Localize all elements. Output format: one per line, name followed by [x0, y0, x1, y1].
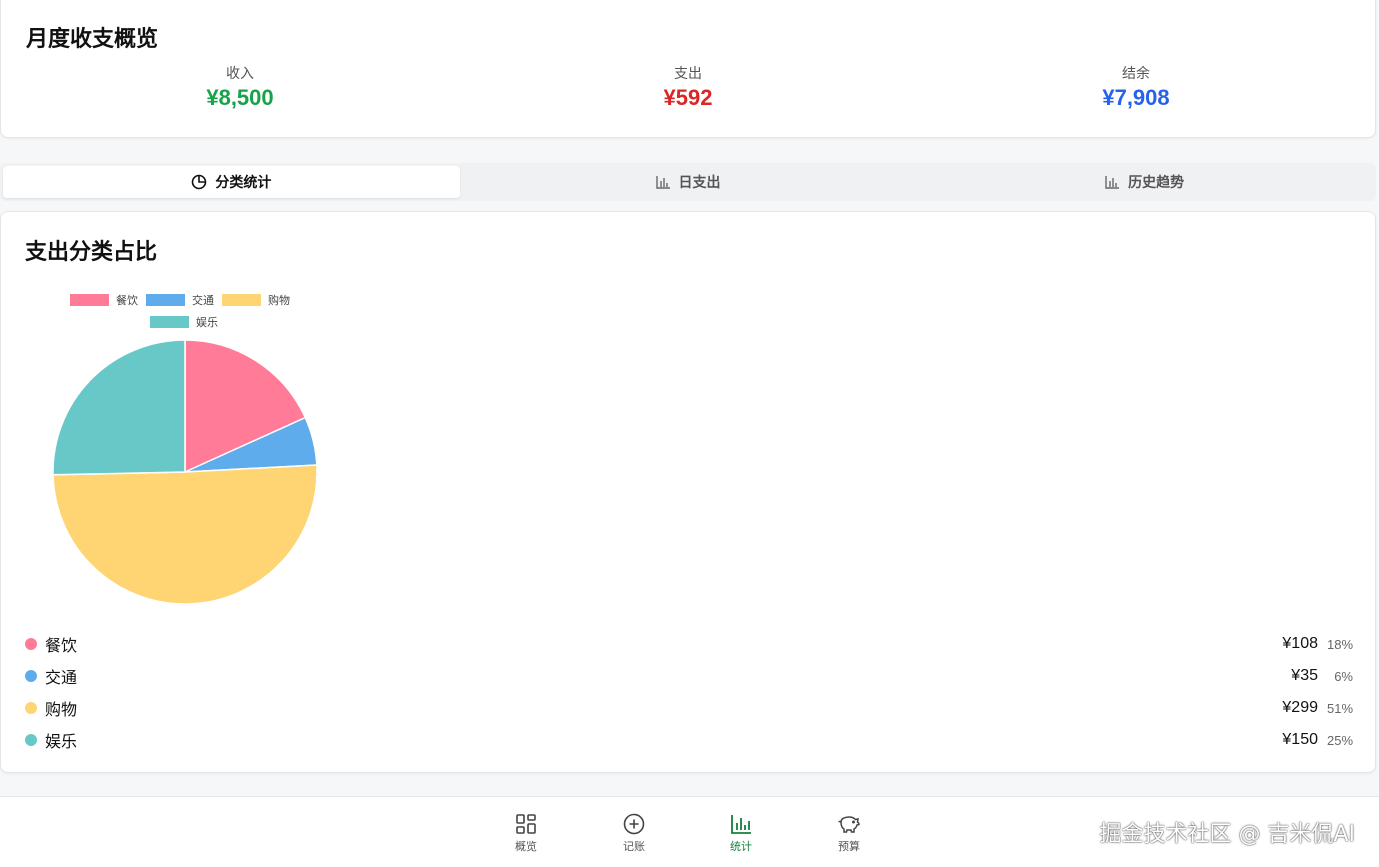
legend-label: 娱乐	[196, 316, 218, 329]
grid-icon	[516, 814, 536, 834]
category-amount: ¥108	[1282, 635, 1318, 652]
chart-title: 支出分类占比	[25, 240, 158, 265]
bar-chart-icon	[731, 815, 751, 834]
pie-chart-icon	[192, 174, 207, 190]
expense-label: 支出	[674, 66, 702, 82]
balance-label: 结余	[1122, 66, 1150, 82]
expense-stat: 支出 ¥592	[538, 63, 838, 111]
category-name: 餐饮	[45, 636, 78, 655]
tab-history-trend[interactable]: 历史趋势	[916, 166, 1373, 198]
list-item: 娱乐 ¥150 25%	[25, 724, 1353, 756]
category-percent: 25%	[1327, 732, 1354, 748]
summary-title: 月度收支概览	[26, 27, 159, 52]
tab-category-stats[interactable]: 分类统计	[3, 166, 460, 198]
income-stat: 收入 ¥8,500	[90, 63, 390, 111]
legend-swatch	[70, 294, 109, 306]
nav-label: 概览	[515, 840, 537, 853]
category-amount: ¥299	[1282, 699, 1318, 716]
tab-label: 分类统计	[215, 175, 272, 191]
legend-item-entertainment[interactable]: 娱乐	[150, 314, 218, 330]
legend-item-dining[interactable]: 餐饮	[70, 292, 138, 308]
nav-label: 记账	[623, 840, 645, 853]
balance-stat: 结余 ¥7,908	[986, 63, 1286, 111]
list-item: 餐饮 ¥108 18%	[25, 628, 1353, 660]
tab-label: 历史趋势	[1128, 175, 1185, 191]
category-percent: 51%	[1327, 700, 1354, 716]
pie-slice-4[interactable]	[52, 339, 186, 476]
category-name: 交通	[45, 668, 78, 687]
nav-item-budget[interactable]: 预算	[819, 813, 879, 854]
watermark: 掘金技术社区 @ 吉米侃AI	[1099, 822, 1355, 847]
legend-swatch	[222, 294, 261, 306]
nav-label: 统计	[730, 840, 752, 853]
bar-chart-icon	[655, 176, 670, 189]
balance-value: ¥7,908	[1102, 85, 1170, 110]
tab-label: 日支出	[678, 175, 721, 191]
plus-circle-icon	[623, 813, 645, 835]
color-dot	[25, 702, 37, 714]
pie-legend: 餐饮 交通 购物 娱乐	[61, 292, 321, 336]
list-item: 交通 ¥35 6%	[25, 660, 1353, 692]
legend-item-shopping[interactable]: 购物	[222, 292, 290, 308]
legend-swatch	[146, 294, 185, 306]
color-dot	[25, 670, 37, 682]
category-chart-card: 支出分类占比 餐饮 交通 购物 娱乐 餐饮 ¥108 18% 交通 ¥35 6%…	[0, 211, 1376, 773]
pie-chart	[52, 339, 318, 605]
list-item: 购物 ¥299 51%	[25, 692, 1353, 724]
category-name: 娱乐	[45, 732, 78, 751]
color-dot	[25, 638, 37, 650]
nav-label: 预算	[838, 840, 860, 853]
bar-chart-icon	[1105, 176, 1120, 189]
pie-slice-3[interactable]	[52, 464, 318, 605]
nav-item-overview[interactable]: 概览	[496, 813, 556, 854]
tab-daily-expense[interactable]: 日支出	[460, 166, 917, 198]
expense-value: ¥592	[663, 85, 713, 110]
category-percent: 18%	[1327, 636, 1354, 652]
piggy-bank-icon	[838, 816, 860, 833]
legend-label: 购物	[268, 294, 290, 307]
legend-item-transport[interactable]: 交通	[146, 292, 214, 308]
stats-tabs: 分类统计 日支出 历史趋势	[0, 163, 1376, 201]
category-name: 购物	[45, 700, 78, 719]
summary-card: 月度收支概览 收入 ¥8,500 支出 ¥592 结余 ¥7,908	[0, 0, 1376, 138]
income-label: 收入	[226, 66, 254, 82]
category-percent: 6%	[1334, 668, 1353, 684]
category-breakdown-list: 餐饮 ¥108 18% 交通 ¥35 6% 购物 ¥299 51% 娱乐 ¥15…	[25, 628, 1353, 756]
legend-swatch	[150, 316, 189, 328]
category-amount: ¥35	[1291, 667, 1318, 684]
legend-label: 餐饮	[116, 294, 138, 307]
legend-label: 交通	[192, 294, 214, 307]
nav-item-stats[interactable]: 统计	[711, 813, 771, 854]
income-value: ¥8,500	[206, 85, 274, 110]
category-amount: ¥150	[1282, 731, 1318, 748]
color-dot	[25, 734, 37, 746]
nav-item-record[interactable]: 记账	[604, 813, 664, 854]
